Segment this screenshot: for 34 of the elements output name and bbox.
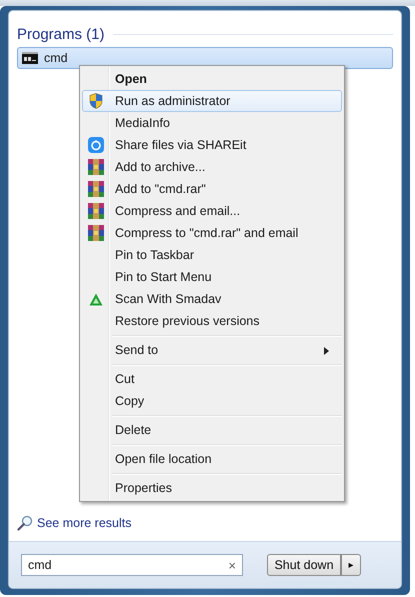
- menu-item[interactable]: Share files via SHAREit: [82, 134, 342, 156]
- console-icon: [22, 52, 38, 64]
- menu-item[interactable]: Compress and email...: [82, 200, 342, 222]
- archive-icon: [88, 159, 104, 175]
- menu-item[interactable]: Run as administrator: [82, 90, 342, 112]
- menu-item[interactable]: Open file location: [82, 448, 342, 470]
- menu-item[interactable]: Cut: [82, 368, 342, 390]
- menu-item[interactable]: MediaInfo: [82, 112, 342, 134]
- menu-item[interactable]: Copy: [82, 390, 342, 412]
- menu-item[interactable]: Send to: [82, 339, 342, 361]
- shield-icon: [89, 93, 103, 109]
- search-icon: [17, 515, 33, 531]
- archive-icon: [88, 225, 104, 241]
- archive-icon: [88, 181, 104, 197]
- clear-button[interactable]: ×: [228, 558, 236, 572]
- menu-item[interactable]: Scan With Smadav: [82, 288, 342, 310]
- menu-item[interactable]: Open: [82, 68, 342, 90]
- menu-item[interactable]: Delete: [82, 419, 342, 441]
- menu-item[interactable]: Restore previous versions: [82, 310, 342, 332]
- see-more-link[interactable]: See more results: [9, 515, 401, 541]
- menu-item[interactable]: Add to "cmd.rar": [82, 178, 342, 200]
- menu-item[interactable]: Compress to "cmd.rar" and email: [82, 222, 342, 244]
- menu-item[interactable]: Add to archive...: [82, 156, 342, 178]
- menu-item[interactable]: Pin to Start Menu: [82, 266, 342, 288]
- menu-item[interactable]: Properties: [82, 477, 342, 499]
- shut-down-options-button[interactable]: ▸: [341, 554, 361, 576]
- archive-icon: [88, 203, 104, 219]
- search-field[interactable]: cmd ×: [21, 554, 243, 576]
- section-heading: Programs (1): [17, 26, 105, 43]
- menu-item[interactable]: Pin to Taskbar: [82, 244, 342, 266]
- shut-down-button[interactable]: Shut down: [267, 554, 341, 576]
- submenu-arrow-icon: [324, 347, 329, 355]
- triangle-icon: [89, 292, 103, 306]
- share-icon: [88, 137, 104, 153]
